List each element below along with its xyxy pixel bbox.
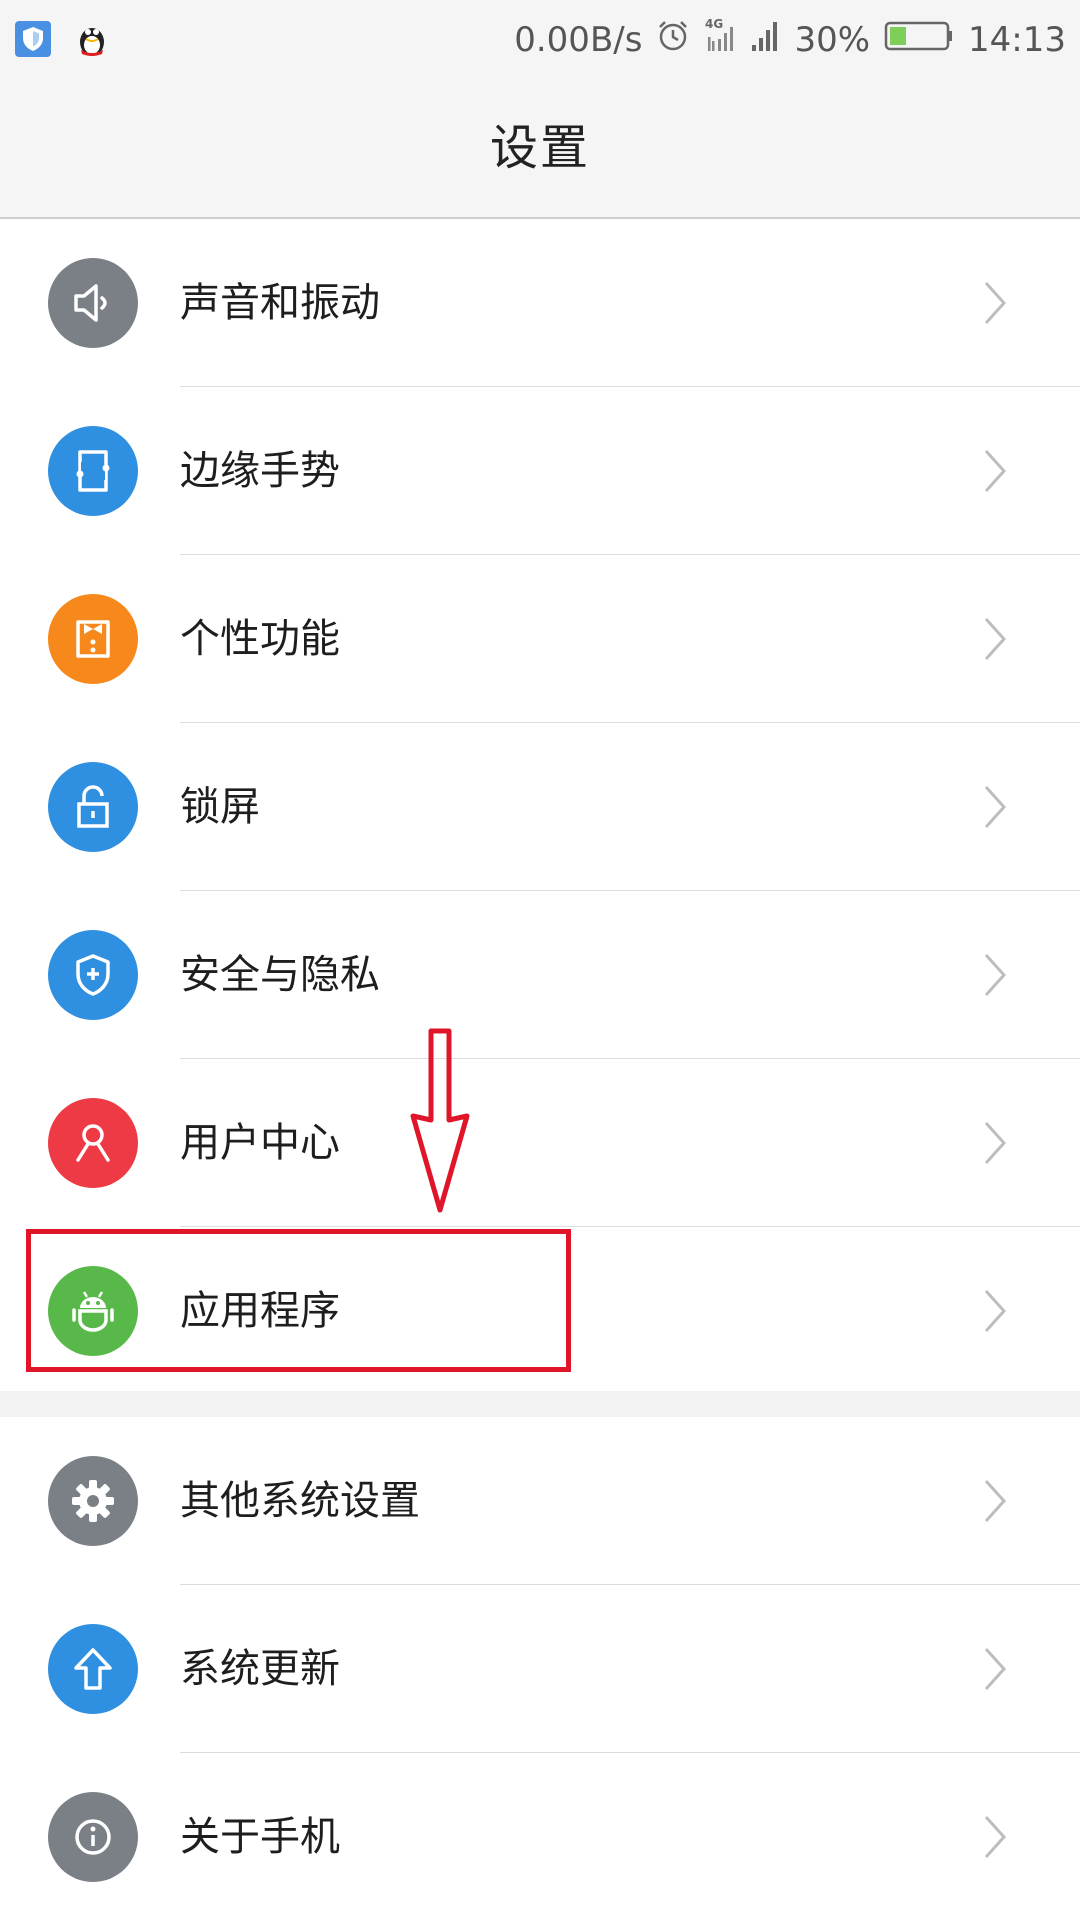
alarm-icon xyxy=(656,19,690,62)
settings-item-label: 其他系统设置 xyxy=(180,1478,420,1524)
settings-item-other-system[interactable]: 其他系统设置 xyxy=(0,1417,1080,1585)
chevron-right-icon xyxy=(984,1479,1007,1523)
lock-icon xyxy=(48,762,138,852)
settings-item-lockscreen[interactable]: 锁屏 xyxy=(0,723,1080,891)
gear-icon xyxy=(48,1456,138,1546)
settings-item-edge-gesture[interactable]: 边缘手势 xyxy=(0,387,1080,555)
signal-icon xyxy=(750,19,780,62)
header: 设置 xyxy=(0,80,1080,219)
info-icon xyxy=(48,1792,138,1882)
chevron-right-icon xyxy=(984,1289,1007,1333)
battery-icon xyxy=(884,19,954,62)
page-title: 设置 xyxy=(489,119,590,176)
status-bar: 0.00B/s 4G 30% 14:13 xyxy=(0,0,1080,80)
settings-item-about-phone[interactable]: 关于手机 xyxy=(0,1753,1080,1921)
settings-item-sound[interactable]: 声音和振动 xyxy=(0,219,1080,387)
shield-icon xyxy=(48,930,138,1020)
settings-item-label: 声音和振动 xyxy=(180,280,380,326)
settings-item-user-center[interactable]: 用户中心 xyxy=(0,1059,1080,1227)
settings-item-label: 安全与隐私 xyxy=(180,952,380,998)
settings-item-personalization[interactable]: 个性功能 xyxy=(0,555,1080,723)
settings-item-label: 边缘手势 xyxy=(180,448,340,494)
clock: 14:13 xyxy=(968,20,1066,60)
network-4g-icon: 4G xyxy=(704,17,736,64)
down-arrow-annotation-icon xyxy=(410,1028,470,1213)
settings-item-label: 锁屏 xyxy=(180,784,260,830)
speaker-icon xyxy=(48,258,138,348)
settings-item-security-privacy[interactable]: 安全与隐私 xyxy=(0,891,1080,1059)
chevron-right-icon xyxy=(984,617,1007,661)
chevron-right-icon xyxy=(984,449,1007,493)
qq-penguin-icon xyxy=(76,20,108,62)
settings-item-label: 关于手机 xyxy=(180,1814,340,1860)
chevron-right-icon xyxy=(984,1815,1007,1859)
battery-percent: 30% xyxy=(794,20,871,60)
chevron-right-icon xyxy=(984,785,1007,829)
settings-item-label: 个性功能 xyxy=(180,616,340,662)
chevron-right-icon xyxy=(984,281,1007,325)
settings-item-label: 系统更新 xyxy=(180,1646,340,1692)
shield-app-icon xyxy=(14,20,52,62)
highlight-box xyxy=(26,1229,571,1372)
settings-item-label: 用户中心 xyxy=(180,1120,340,1166)
bowtie-icon xyxy=(48,594,138,684)
settings-group-system: 其他系统设置 系统更新 关于手机 xyxy=(0,1417,1080,1882)
settings-item-system-update[interactable]: 系统更新 xyxy=(0,1585,1080,1753)
settings-group-main: 声音和振动 边缘手势 个性功能 锁屏 安全与隐私 用户中心 应用程序 xyxy=(0,219,1080,1391)
group-separator xyxy=(0,1391,1080,1417)
chevron-right-icon xyxy=(984,1647,1007,1691)
edge-gesture-icon xyxy=(48,426,138,516)
chevron-right-icon xyxy=(984,953,1007,997)
net-speed: 0.00B/s xyxy=(514,20,643,60)
arrow-up-icon xyxy=(48,1624,138,1714)
network-4g-label: 4G xyxy=(705,17,723,31)
chevron-right-icon xyxy=(984,1121,1007,1165)
user-icon xyxy=(48,1098,138,1188)
